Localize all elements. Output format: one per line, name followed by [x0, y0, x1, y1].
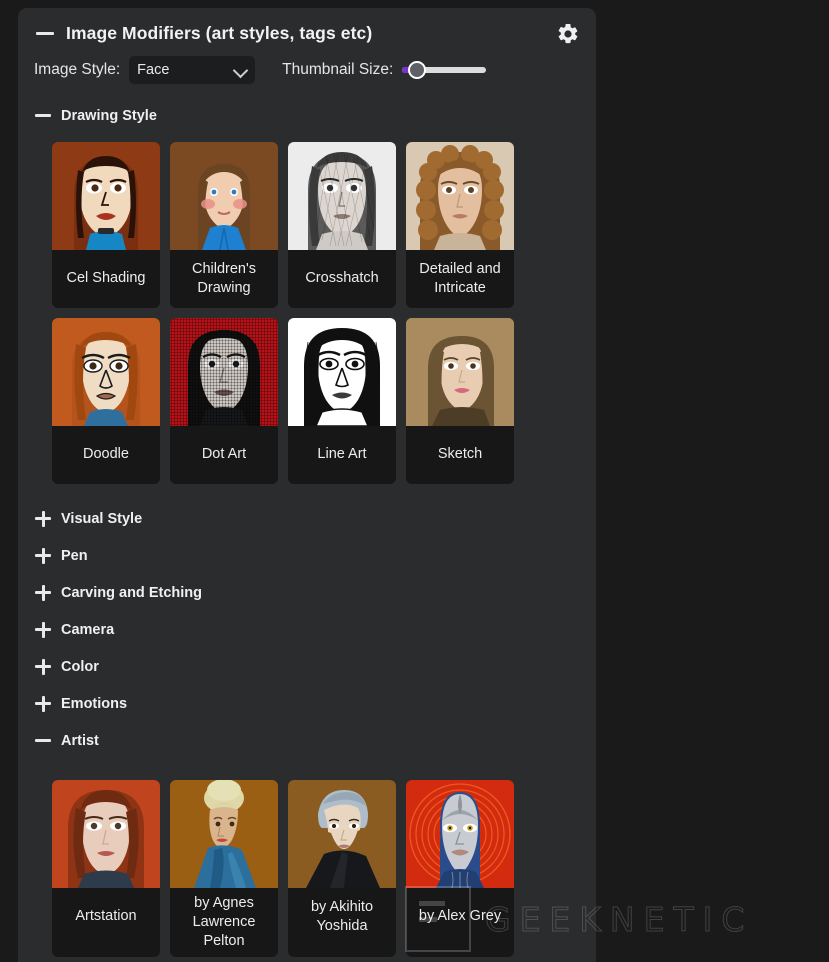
section-header-artist[interactable]: Artist — [18, 722, 596, 759]
slider-knob[interactable] — [408, 61, 427, 79]
modifier-label: Dot Art — [201, 446, 247, 463]
artist-grid: Artstation by Agnes Lawrence Pelton by A… — [18, 759, 596, 958]
thumbnail-size-label: Thumbnail Size: — [282, 61, 394, 78]
panel-header: Image Modifiers (art styles, tags etc) — [18, 8, 596, 44]
modifier-label: Crosshatch — [305, 270, 379, 287]
modifier-card[interactable]: Artstation — [52, 780, 160, 958]
plus-icon — [34, 695, 52, 713]
section-header-drawing-style[interactable]: Drawing Style — [18, 97, 596, 134]
modifier-card[interactable]: Detailed and Intricate — [406, 142, 514, 308]
section-header-camera[interactable]: Camera — [18, 611, 596, 648]
section-title-camera: Camera — [61, 621, 115, 638]
thumbnail-image — [288, 142, 396, 250]
modifier-card[interactable]: Crosshatch — [288, 142, 396, 308]
section-title-color: Color — [61, 658, 99, 675]
modifier-card[interactable]: Doodle — [52, 318, 160, 484]
chevron-down-icon — [232, 62, 249, 79]
image-style-select[interactable]: Face — [129, 56, 256, 84]
plus-icon — [34, 510, 52, 528]
modifier-card[interactable]: by Agnes Lawrence Pelton — [170, 780, 278, 958]
modifier-card[interactable]: Line Art — [288, 318, 396, 484]
thumbnail-image — [52, 318, 160, 426]
modifier-label: Line Art — [317, 446, 367, 463]
thumbnail-image — [170, 780, 278, 888]
section-title-carving-and-etching: Carving and Etching — [61, 584, 202, 601]
image-modifiers-panel: Image Modifiers (art styles, tags etc) I… — [18, 8, 596, 962]
plus-icon — [34, 658, 52, 676]
modifier-card[interactable]: Cel Shading — [52, 142, 160, 308]
modifier-label: by Alex Grey — [418, 908, 502, 925]
image-style-value: Face — [137, 62, 170, 78]
thumbnail-image — [52, 780, 160, 888]
modifier-label: Sketch — [437, 446, 483, 463]
thumbnail-image — [170, 142, 278, 250]
drawing-style-grid: Cel Shading Children's Drawing Crosshatc… — [18, 134, 596, 484]
modifier-label: Children's Drawing — [191, 260, 257, 296]
plus-icon — [34, 547, 52, 565]
modifier-label: by Agnes Lawrence Pelton — [192, 895, 256, 950]
minus-icon — [34, 107, 52, 125]
section-title-emotions: Emotions — [61, 695, 128, 712]
modifier-label: Doodle — [83, 446, 129, 463]
plus-icon — [34, 621, 52, 639]
minus-icon[interactable] — [34, 22, 56, 44]
section-header-carving-and-etching[interactable]: Carving and Etching — [18, 574, 596, 611]
section-header-emotions[interactable]: Emotions — [18, 685, 596, 722]
modifier-label: Cel Shading — [66, 270, 146, 287]
modifier-card[interactable]: by Akihito Yoshida — [288, 780, 396, 958]
section-header-visual-style[interactable]: Visual Style — [18, 500, 596, 537]
section-title-drawing-style: Drawing Style — [61, 107, 157, 124]
modifier-card[interactable]: Dot Art — [170, 318, 278, 484]
minus-icon — [34, 732, 52, 750]
section-title-pen: Pen — [61, 547, 88, 564]
thumbnail-image — [170, 318, 278, 426]
thumbnail-image — [288, 318, 396, 426]
section-header-color[interactable]: Color — [18, 648, 596, 685]
image-style-label: Image Style: — [34, 61, 121, 78]
modifier-label: Detailed and Intricate — [419, 260, 501, 296]
modifier-label: Artstation — [75, 908, 137, 925]
modifier-card[interactable]: Children's Drawing — [170, 142, 278, 308]
modifier-card[interactable]: by Alex Grey — [406, 780, 514, 958]
modifier-card[interactable]: Sketch — [406, 318, 514, 484]
thumbnail-image — [52, 142, 160, 250]
thumbnail-image — [406, 142, 514, 250]
modifier-label: by Akihito Yoshida — [310, 898, 374, 934]
section-title-visual-style: Visual Style — [61, 510, 143, 527]
section-title-artist: Artist — [61, 732, 99, 749]
thumbnail-image — [406, 318, 514, 426]
thumbnail-size-slider[interactable] — [402, 59, 487, 81]
plus-icon — [34, 584, 52, 602]
gear-icon[interactable] — [556, 22, 580, 46]
thumbnail-image — [406, 780, 514, 888]
thumbnail-image — [288, 780, 396, 888]
section-header-pen[interactable]: Pen — [18, 537, 596, 574]
controls-row: Image Style: Face Thumbnail Size: — [18, 44, 596, 87]
page-title: Image Modifiers (art styles, tags etc) — [66, 22, 373, 43]
